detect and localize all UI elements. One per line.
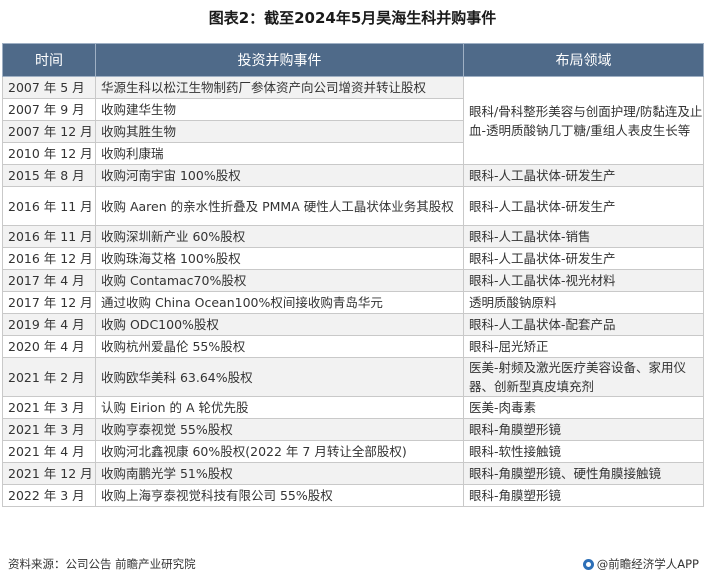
row-domain: 医美-肉毒素 <box>463 396 704 419</box>
row-domain: 眼科-人工晶状体-配套产品 <box>463 313 704 336</box>
row-event: 收购 ODC100%股权 <box>95 313 464 336</box>
row-event: 收购其胜生物 <box>95 120 464 143</box>
row-event: 收购杭州爱晶伦 55%股权 <box>95 335 464 358</box>
table-row: 2016 年 12 月 收购珠海艾格 100%股权 眼科-人工晶状体-研发生产 <box>2 247 704 270</box>
row-domain: 眼科-软性接触镜 <box>463 440 704 463</box>
row-event: 收购上海亨泰视觉科技有限公司 55%股权 <box>95 484 464 507</box>
row-domain: 眼科-人工晶状体-研发生产 <box>463 186 704 226</box>
row-event: 收购珠海艾格 100%股权 <box>95 247 464 270</box>
row-time: 2021 年 12 月 <box>2 462 96 485</box>
brand-logo-icon <box>582 558 594 570</box>
row-event: 收购建华生物 <box>95 98 464 121</box>
table-row: 2016 年 11 月 收购 Aaren 的亲水性折叠及 PMMA 硬性人工晶状… <box>2 186 704 226</box>
table-row: 2021 年 12 月 收购南鹏光学 51%股权 眼科-角膜塑形镜、硬性角膜接触… <box>2 462 704 485</box>
row-time: 2021 年 2 月 <box>2 357 96 397</box>
row-time: 2007 年 12 月 <box>2 120 96 143</box>
row-time: 2015 年 8 月 <box>2 164 96 187</box>
table-row: 2019 年 4 月 收购 ODC100%股权 眼科-人工晶状体-配套产品 <box>2 313 704 336</box>
page-title: 图表2：截至2024年5月昊海生科并购事件 <box>208 9 497 27</box>
row-event: 通过收购 China Ocean100%权间接收购青岛华元 <box>95 291 464 314</box>
row-domain: 眼科-角膜塑形镜、硬性角膜接触镜 <box>463 462 704 485</box>
brand-credit: @前瞻经济学人APP <box>582 556 699 572</box>
table-header-row: 时间 投资并购事件 布局领域 <box>2 43 704 77</box>
row-event: 收购河南宇宙 100%股权 <box>95 164 464 187</box>
row-event: 收购利康瑞 <box>95 142 464 165</box>
acquisition-table: 时间 投资并购事件 布局领域 2007 年 5 月 华源生科以松江生物制药厂参体… <box>2 43 704 507</box>
row-time: 2007 年 5 月 <box>2 76 96 99</box>
row-domain: 透明质酸钠原料 <box>463 291 704 314</box>
row-domain: 眼科-角膜塑形镜 <box>463 484 704 507</box>
row-domain: 眼科-屈光矫正 <box>463 335 704 358</box>
table-row: 2021 年 3 月 认购 Eirion 的 A 轮优先股 医美-肉毒素 <box>2 396 704 419</box>
column-header-event: 投资并购事件 <box>95 43 464 77</box>
row-domain: 眼科-人工晶状体-销售 <box>463 225 704 248</box>
row-event: 收购河北鑫视康 60%股权(2022 年 7 月转让全部股权) <box>95 440 464 463</box>
table-row: 2017 年 4 月 收购 Contamac70%股权 眼科-人工晶状体-视光材… <box>2 269 704 292</box>
row-domain: 医美-射频及激光医疗美容设备、家用仪器、创新型真皮填充剂 <box>463 357 704 397</box>
row-event: 收购 Contamac70%股权 <box>95 269 464 292</box>
table-row: 2021 年 4 月 收购河北鑫视康 60%股权(2022 年 7 月转让全部股… <box>2 440 704 463</box>
row-time: 2021 年 3 月 <box>2 396 96 419</box>
row-domain: 眼科-人工晶状体-研发生产 <box>463 164 704 187</box>
row-time: 2021 年 4 月 <box>2 440 96 463</box>
row-time: 2007 年 9 月 <box>2 98 96 121</box>
row-time: 2021 年 3 月 <box>2 418 96 441</box>
table-row: 2021 年 2 月 收购欧华美科 63.64%股权 医美-射频及激光医疗美容设… <box>2 357 704 397</box>
row-event: 华源生科以松江生物制药厂参体资产向公司增资并转让股权 <box>95 76 464 99</box>
row-time: 2022 年 3 月 <box>2 484 96 507</box>
table-row: 2021 年 3 月 收购亨泰视觉 55%股权 眼科-角膜塑形镜 <box>2 418 704 441</box>
table-row: 2016 年 11 月 收购深圳新产业 60%股权 眼科-人工晶状体-销售 <box>2 225 704 248</box>
row-event: 收购深圳新产业 60%股权 <box>95 225 464 248</box>
row-time: 2016 年 11 月 <box>2 225 96 248</box>
row-time: 2020 年 4 月 <box>2 335 96 358</box>
row-event: 认购 Eirion 的 A 轮优先股 <box>95 396 464 419</box>
table-row: 2022 年 3 月 收购上海亨泰视觉科技有限公司 55%股权 眼科-角膜塑形镜 <box>2 484 704 507</box>
row-domain: 眼科-角膜塑形镜 <box>463 418 704 441</box>
table-row: 2015 年 8 月 收购河南宇宙 100%股权 眼科-人工晶状体-研发生产 <box>2 164 704 187</box>
column-header-time: 时间 <box>2 43 96 77</box>
brand-label: @前瞻经济学人APP <box>596 557 699 571</box>
row-event: 收购南鹏光学 51%股权 <box>95 462 464 485</box>
table-row: 2007 年 5 月 华源生科以松江生物制药厂参体资产向公司增资并转让股权 眼科… <box>2 76 704 165</box>
table-row: 2020 年 4 月 收购杭州爱晶伦 55%股权 眼科-屈光矫正 <box>2 335 704 358</box>
row-domain: 眼科-人工晶状体-研发生产 <box>463 247 704 270</box>
row-time: 2017 年 4 月 <box>2 269 96 292</box>
column-header-domain: 布局领域 <box>463 43 704 77</box>
row-time: 2019 年 4 月 <box>2 313 96 336</box>
table-row: 2017 年 12 月 通过收购 China Ocean100%权间接收购青岛华… <box>2 291 704 314</box>
row-domain: 眼科/骨科整形美容与创面护理/防黏连及止血-透明质酸钠几丁糖/重组人表皮生长等 <box>463 76 704 165</box>
row-event: 收购亨泰视觉 55%股权 <box>95 418 464 441</box>
row-event: 收购欧华美科 63.64%股权 <box>95 357 464 397</box>
row-time: 2010 年 12 月 <box>2 142 96 165</box>
row-event: 收购 Aaren 的亲水性折叠及 PMMA 硬性人工晶状体业务其股权 <box>95 186 464 226</box>
row-time: 2016 年 12 月 <box>2 247 96 270</box>
source-note: 资料来源：公司公告 前瞻产业研究院 <box>8 557 196 571</box>
row-time: 2016 年 11 月 <box>2 186 96 226</box>
row-time: 2017 年 12 月 <box>2 291 96 314</box>
row-domain: 眼科-人工晶状体-视光材料 <box>463 269 704 292</box>
